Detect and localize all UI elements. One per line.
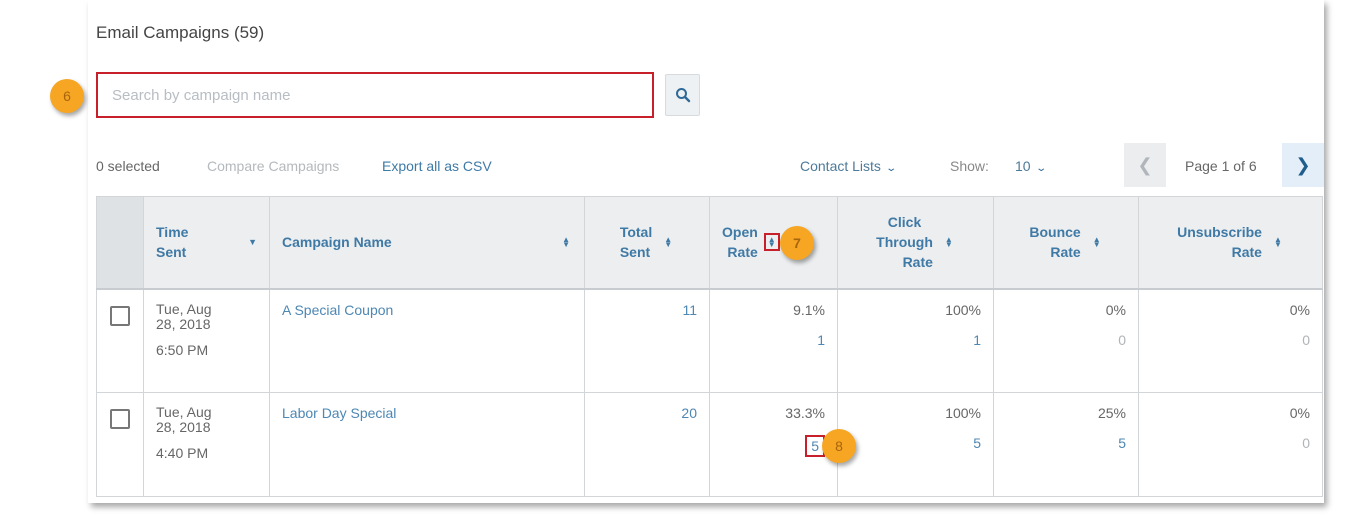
campaigns-table: Time Sent ▼ Campaign Name ▲▼ Total Sent (96, 196, 1323, 497)
column-header-time-sent[interactable]: Time Sent ▼ (143, 196, 270, 290)
total-sent-cell: 20 (584, 392, 710, 497)
open-count-link[interactable]: 1 (722, 332, 825, 348)
export-csv-link[interactable]: Export all as CSV (382, 158, 492, 174)
unsubscribe-rate-value: 0% (1289, 301, 1310, 318)
click-rate-cell: 100% 5 (837, 392, 994, 497)
header-label: Click (887, 214, 922, 231)
header-label: Total (619, 224, 653, 241)
header-label: Sent (619, 244, 651, 261)
open-rate-value: 33.3% (785, 405, 825, 421)
total-sent-link[interactable]: 20 (681, 405, 697, 421)
unsubscribe-rate-cell: 0% 0 (1138, 392, 1323, 497)
bounce-count: 0 (1118, 331, 1126, 348)
total-sent-link[interactable]: 11 (682, 302, 697, 318)
search-input[interactable] (96, 72, 654, 118)
table-header-row: Time Sent ▼ Campaign Name ▲▼ Total Sent (96, 196, 1323, 290)
column-header-total-sent[interactable]: Total Sent ▲ ▼ (584, 196, 710, 290)
next-page-button[interactable]: ❯ (1282, 143, 1324, 187)
chevron-down-icon: ⌄ (885, 163, 898, 174)
bounce-rate-cell: 25% 5 (993, 392, 1139, 497)
header-label: Rate (1050, 244, 1081, 261)
row-checkbox[interactable] (110, 305, 130, 326)
time-text: 6:50 PM (156, 341, 209, 358)
unsubscribe-rate-cell: 0% 0 (1138, 288, 1323, 393)
show-count-value: 10 (1015, 158, 1031, 174)
selected-count: 0 selected (96, 158, 160, 174)
campaign-link[interactable]: Labor Day Special (282, 405, 396, 421)
open-rate-cell: 33.3% 5 8 (709, 392, 856, 497)
click-rate-value: 100% (945, 301, 981, 318)
total-sent-cell: 11 (584, 288, 710, 393)
header-label: Rate (1231, 244, 1262, 261)
header-label: Rate (902, 254, 933, 271)
previous-page-button[interactable]: ❮ (1124, 143, 1166, 187)
column-header-click-through-rate[interactable]: Click Through Rate ▲ ▼ (837, 196, 994, 290)
page-title: Email Campaigns (59) (96, 23, 265, 42)
sort-icon[interactable]: ▲ ▼ (662, 234, 674, 250)
sort-descending-icon[interactable]: ▼ (248, 237, 257, 247)
unsubscribe-count: 0 (1302, 435, 1310, 451)
date-text: Tue, Aug (156, 404, 212, 420)
header-label: Sent (156, 244, 187, 261)
row-checkbox[interactable] (110, 409, 130, 429)
callout-badge-6: 6 (50, 79, 84, 113)
sort-icon[interactable]: ▲ ▼ (763, 233, 780, 252)
campaign-name-cell: A Special Coupon (269, 288, 585, 393)
column-header-unsubscribe-rate[interactable]: Unsubscribe Rate ▲ ▼ (1138, 196, 1323, 290)
select-cell (96, 392, 144, 497)
campaign-name-cell: Labor Day Special (269, 392, 585, 497)
callout-badge-7: 7 (780, 226, 814, 260)
header-label: Through (876, 234, 933, 251)
page-indicator: Page 1 of 6 (1185, 158, 1257, 174)
click-count-link[interactable]: 1 (850, 332, 981, 348)
chevron-right-icon: ❯ (1295, 154, 1311, 175)
campaign-link[interactable]: A Special Coupon (282, 302, 393, 318)
bounce-rate-cell: 0% 0 (993, 288, 1139, 393)
bounce-rate-value: 0% (1105, 301, 1126, 318)
time-sent-cell: Tue, Aug 28, 2018 6:50 PM (143, 288, 270, 393)
unsubscribe-count: 0 (1302, 331, 1310, 348)
sort-icon[interactable]: ▲ ▼ (1091, 234, 1103, 250)
chevron-left-icon: ❮ (1137, 154, 1153, 175)
sort-icon[interactable]: ▲ ▼ (560, 234, 572, 250)
date-text: 28, 2018 (156, 419, 211, 435)
open-rate-value: 9.1% (793, 301, 825, 318)
header-label: Time (156, 224, 189, 241)
header-label: Bounce (1029, 224, 1081, 241)
date-text: Tue, Aug (156, 300, 212, 317)
header-label: Campaign Name (282, 234, 392, 251)
header-label: Rate (727, 244, 758, 261)
select-cell (96, 288, 144, 393)
sort-icon[interactable]: ▲ ▼ (1272, 234, 1284, 250)
show-label: Show: (950, 158, 989, 174)
chevron-down-icon: ⌄ (1034, 163, 1047, 174)
contact-lists-dropdown[interactable]: Contact Lists ⌄ (800, 158, 898, 174)
table-row: Tue, Aug 28, 2018 4:40 PM Labor Day Spec… (96, 392, 1323, 497)
column-header-open-rate[interactable]: Open Rate ▲ ▼ 7 (709, 196, 838, 290)
search-button[interactable] (665, 74, 700, 116)
select-column-header (96, 196, 144, 290)
click-rate-value: 100% (945, 405, 981, 421)
click-rate-cell: 100% 1 (837, 288, 994, 393)
date-text: 28, 2018 (156, 315, 211, 332)
open-rate-cell: 9.1% 1 (709, 288, 838, 393)
header-label: Open (722, 224, 758, 241)
show-count-dropdown[interactable]: 10 ⌄ (1015, 158, 1047, 174)
bounce-count-link[interactable]: 5 (1006, 435, 1126, 451)
compare-campaigns-link[interactable]: Compare Campaigns (207, 158, 339, 174)
unsubscribe-rate-value: 0% (1289, 405, 1310, 421)
search-icon (675, 88, 690, 103)
table-row: Tue, Aug 28, 2018 6:50 PM A Special Coup… (96, 288, 1323, 393)
bounce-rate-value: 25% (1097, 405, 1126, 421)
sort-icon[interactable]: ▲ ▼ (943, 234, 955, 250)
column-header-bounce-rate[interactable]: Bounce Rate ▲ ▼ (993, 196, 1139, 290)
callout-badge-8: 8 (822, 429, 856, 463)
click-count-link[interactable]: 5 (850, 435, 981, 451)
header-label: Unsubscribe (1177, 224, 1262, 241)
time-text: 4:40 PM (156, 445, 209, 461)
column-header-campaign-name[interactable]: Campaign Name ▲ ▼ (269, 196, 585, 290)
time-sent-cell: Tue, Aug 28, 2018 4:40 PM (143, 392, 270, 497)
contact-lists-label: Contact Lists (800, 158, 881, 174)
